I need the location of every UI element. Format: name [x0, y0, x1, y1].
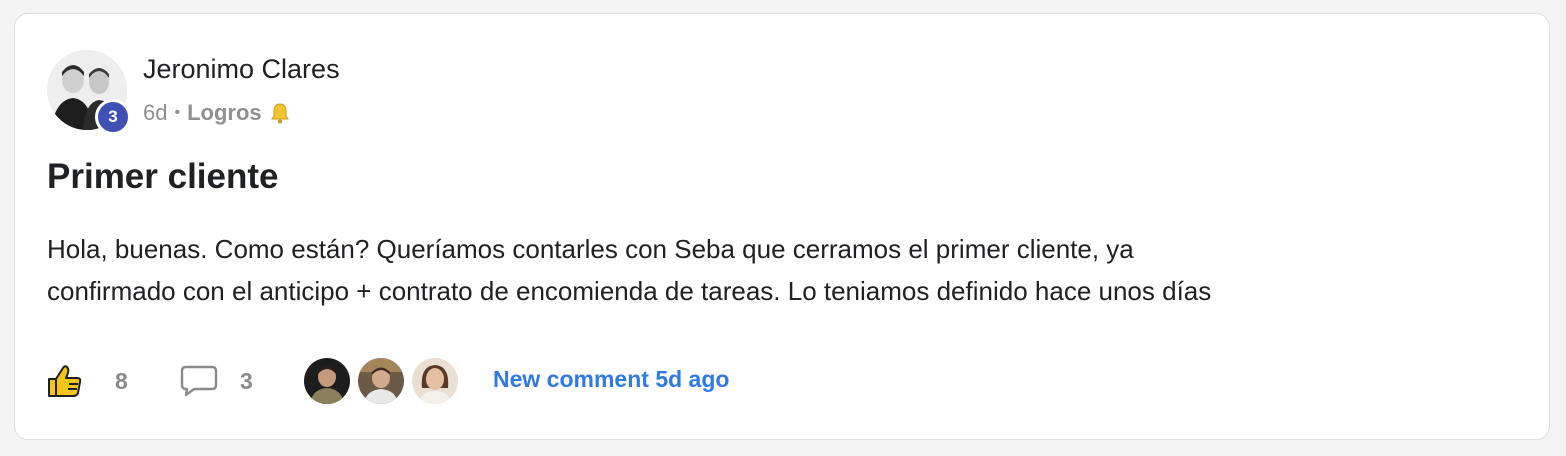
comment-bubble-icon[interactable]: [180, 365, 218, 402]
post-time: 6d: [143, 100, 168, 125]
post-meta: 6d • Logros: [143, 100, 292, 126]
comments-count: 3: [240, 368, 253, 394]
like-button[interactable]: 8: [47, 364, 128, 403]
recent-commenters[interactable]: [302, 356, 472, 408]
post-body-line: confirmado con el anticipo + contrato de…: [47, 276, 1212, 306]
new-comment-link[interactable]: New comment 5d ago: [493, 366, 729, 393]
thumbs-up-icon[interactable]: [47, 364, 83, 403]
comment-button[interactable]: 3: [180, 364, 253, 403]
bell-icon: [268, 101, 292, 125]
likes-count: 8: [115, 368, 128, 394]
author-name[interactable]: Jeronimo Clares: [143, 54, 340, 85]
commenter-avatar[interactable]: [356, 356, 406, 406]
post-category[interactable]: Logros: [187, 100, 262, 126]
post-title[interactable]: Primer cliente: [47, 157, 279, 197]
post-actions: 8 3 New comment 5d ago: [47, 354, 1507, 410]
post-card[interactable]: 3 Jeronimo Clares 6d • Logros Primer cli…: [14, 13, 1550, 440]
commenter-avatar[interactable]: [302, 356, 352, 406]
post-body[interactable]: Hola, buenas. Como están? Queríamos cont…: [47, 228, 1517, 312]
author-avatar-wrap[interactable]: 3: [47, 50, 131, 135]
level-badge: 3: [95, 99, 131, 135]
commenter-avatar[interactable]: [410, 356, 460, 406]
meta-separator: •: [174, 104, 181, 121]
post-body-line: Hola, buenas. Como están? Queríamos cont…: [47, 234, 1134, 264]
